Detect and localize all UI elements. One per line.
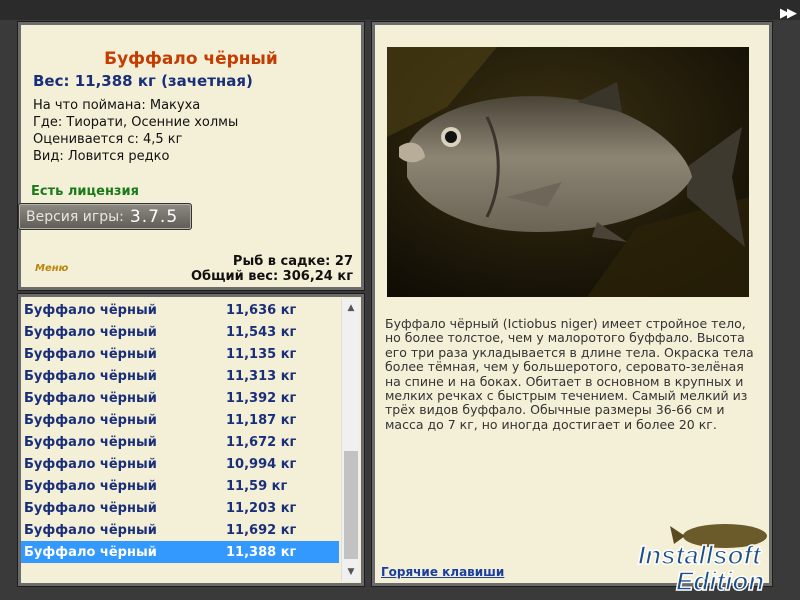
- catch-item-weight: 11,59 кг: [226, 478, 288, 494]
- description-panel: Буффало чёрный (Ictiobus niger) имеет ст…: [371, 21, 773, 587]
- catch-item-weight: 11,692 кг: [226, 522, 297, 538]
- scroll-thumb[interactable]: [344, 451, 358, 559]
- catch-item-name: Буффало чёрный: [24, 390, 157, 406]
- catch-list-item[interactable]: Буффало чёрный 11,187 кг: [21, 409, 339, 431]
- catch-list-item[interactable]: Буффало чёрный 11,636 кг: [21, 299, 339, 321]
- catch-item-name: Буффало чёрный: [24, 412, 157, 428]
- catch-item-name: Буффало чёрный: [24, 368, 157, 384]
- top-bar: ▶▶: [0, 0, 800, 21]
- catch-list-item[interactable]: Буффало чёрный 11,692 кг: [21, 519, 339, 541]
- catch-list-item[interactable]: Буффало чёрный 11,313 кг: [21, 365, 339, 387]
- catch-list-item[interactable]: Буффало чёрный 11,543 кг: [21, 321, 339, 343]
- location-line: Где: Тиорати, Осенние холмы: [33, 115, 239, 130]
- catch-item-name: Буффало чёрный: [24, 478, 157, 494]
- catch-item-weight: 11,672 кг: [226, 434, 297, 450]
- catch-list: Буффало чёрный 11,636 кг Буффало чёрный 11,…: [21, 299, 339, 563]
- catch-item-name: Буффало чёрный: [24, 456, 157, 472]
- catch-item-weight: 11,636 кг: [226, 302, 297, 318]
- catch-list-item[interactable]: Буффало чёрный 11,392 кг: [21, 387, 339, 409]
- species-line: Вид: Ловится редко: [33, 149, 170, 164]
- fish-description: Буффало чёрный (Ictiobus niger) имеет ст…: [385, 316, 754, 432]
- menu-link[interactable]: Меню: [35, 263, 68, 274]
- catch-item-name: Буффало чёрный: [24, 544, 157, 560]
- installsoft-watermark: Installsoft Edition: [630, 514, 800, 597]
- keepnet-count: Рыб в садке: 27: [232, 254, 353, 269]
- keepnet-total: Общий вес: 306,24 кг: [190, 269, 353, 284]
- license-status: Есть лицензия: [31, 184, 139, 199]
- catch-item-weight: 11,203 кг: [226, 500, 297, 516]
- watermark-logo: Installsoft Edition: [637, 524, 767, 597]
- catch-list-item[interactable]: Буффало чёрный 11,135 кг: [21, 343, 339, 365]
- hotkeys-link[interactable]: Горячие клавиши: [381, 565, 504, 579]
- catch-item-name: Буффало чёрный: [24, 522, 157, 538]
- catch-list-panel: Буффало чёрный 11,636 кг Буффало чёрный 11,…: [17, 293, 365, 587]
- catch-item-name: Буффало чёрный: [24, 434, 157, 450]
- version-badge: Версия игры: 3.7.5: [18, 203, 192, 230]
- fish-photo-image: [387, 47, 749, 297]
- catch-item-name: Буффало чёрный: [24, 346, 157, 362]
- scroll-up-icon[interactable]: ▲: [342, 299, 360, 317]
- fish-info-panel: Буффало чёрный Вес: 11,388 кг (зачетная)…: [17, 21, 365, 291]
- catch-item-weight: 11,135 кг: [226, 346, 297, 362]
- rated-from-line: Оценивается с: 4,5 кг: [33, 132, 183, 147]
- bait-line: На что поймана: Макуха: [33, 98, 201, 113]
- catch-item-name: Буффало чёрный: [24, 302, 157, 318]
- catch-item-name: Буффало чёрный: [24, 324, 157, 340]
- catch-list-item[interactable]: Буффало чёрный 11,388 кг: [21, 541, 339, 563]
- catch-item-weight: 10,994 кг: [226, 456, 297, 472]
- fish-title: Буффало чёрный: [104, 49, 278, 69]
- catch-list-item[interactable]: Буффало чёрный 11,59 кг: [21, 475, 339, 497]
- catch-list-item[interactable]: Буффало чёрный 11,203 кг: [21, 497, 339, 519]
- fast-forward-icon[interactable]: ▶▶: [780, 6, 797, 21]
- scroll-down-icon[interactable]: ▼: [342, 563, 360, 581]
- catch-item-name: Буффало чёрный: [24, 500, 157, 516]
- catch-list-item[interactable]: Буффало чёрный 11,672 кг: [21, 431, 339, 453]
- version-label: Версия игры:: [26, 208, 124, 225]
- catch-item-weight: 11,187 кг: [226, 412, 297, 428]
- fish-photo: [387, 47, 749, 297]
- catch-item-weight: 11,313 кг: [226, 368, 297, 384]
- watermark-line2: Edition: [676, 566, 764, 594]
- catch-item-weight: 11,392 кг: [226, 390, 297, 406]
- catch-item-weight: 11,388 кг: [226, 544, 297, 560]
- fish-weight: Вес: 11,388 кг (зачетная): [33, 72, 253, 90]
- list-scrollbar[interactable]: ▲ ▼: [341, 299, 359, 581]
- catch-list-item[interactable]: Буффало чёрный 10,994 кг: [21, 453, 339, 475]
- version-number: 3.7.5: [129, 206, 179, 227]
- catch-item-weight: 11,543 кг: [226, 324, 297, 340]
